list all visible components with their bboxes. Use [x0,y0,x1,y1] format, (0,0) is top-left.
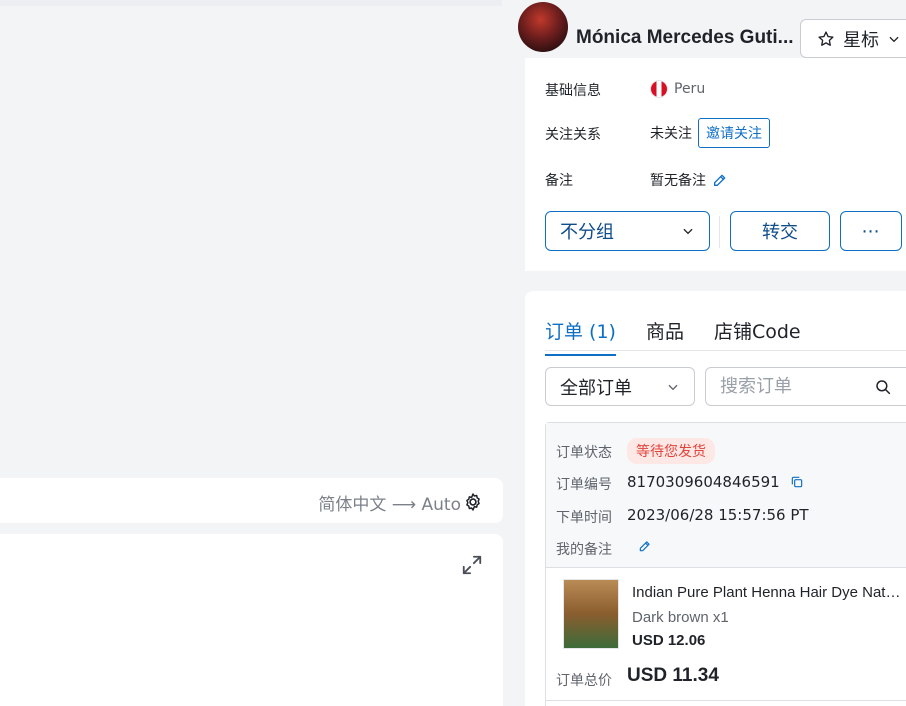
star-button[interactable]: 星标 [800,19,906,58]
star-icon [818,30,834,46]
chat-panel [0,534,503,706]
basic-info-label: 基础信息 [545,83,601,99]
chevron-down-icon [889,36,899,42]
product-variant: Dark brown x1 [632,609,729,626]
invite-follow-button[interactable]: 邀请关注 [698,118,770,148]
country-name: Peru [674,81,706,97]
product-title[interactable]: Indian Pure Plant Henna Hair Dye Natural [632,584,906,601]
order-total-label: 订单总价 [556,673,612,689]
my-note-row [638,539,652,553]
order-number-label: 订单编号 [556,477,612,493]
edit-icon[interactable] [712,172,728,188]
translation-language-label[interactable]: 简体中文 ⟶ Auto [318,490,461,515]
peru-flag-icon [650,80,668,98]
top-strip [0,0,502,6]
transfer-button[interactable]: 转交 [730,211,830,251]
more-button[interactable]: ⋯ [840,211,902,251]
customer-info-card: 基础信息 Peru 关注关系 未关注 邀请关注 备注 暂无备注 不分组 转交 ⋯ [525,58,906,271]
order-item: 订单状态 等待您发货 订单编号 8170309604846591 下单时间 20… [545,422,906,706]
my-note-label: 我的备注 [556,542,612,558]
product-price: USD 12.06 [632,632,706,649]
orders-card: 订单 (1) 商品 店铺Code 全部订单 订单状态 等待您发货 订单编号 81… [525,291,906,706]
expand-icon[interactable] [461,554,483,576]
translation-bar: 简体中文 ⟶ Auto [0,478,503,523]
order-time: 2023/06/28 15:57:56 PT [627,506,809,524]
copy-icon[interactable] [790,475,804,489]
order-number-row: 8170309604846591 [627,473,804,491]
gear-icon[interactable] [463,492,483,512]
order-number: 8170309604846591 [627,473,780,491]
order-time-label: 下单时间 [556,510,612,526]
group-select-value: 不分组 [560,222,614,243]
chevron-down-icon [683,228,693,235]
star-label: 星标 [843,29,879,51]
edit-icon[interactable] [638,539,652,553]
group-select[interactable]: 不分组 [545,211,710,251]
order-divider [546,700,906,701]
order-total-value: USD 11.34 [627,665,719,686]
follow-status: 未关注 [650,126,692,142]
avatar[interactable] [518,2,568,52]
search-icon[interactable] [874,378,892,396]
remark-label: 备注 [545,173,573,189]
product-image[interactable] [563,579,619,649]
order-filter-value: 全部订单 [560,377,632,399]
order-search-input[interactable] [720,376,880,397]
follow-value-row: 未关注 邀请关注 [650,118,770,148]
order-search-box[interactable] [705,367,906,406]
order-filter-select[interactable]: 全部订单 [545,367,695,406]
customer-name: Mónica Mercedes Guti... [576,27,794,48]
divider [719,216,720,248]
remark-value: 暂无备注 [650,173,706,189]
order-status-label: 订单状态 [556,445,612,461]
follow-label: 关注关系 [545,127,601,143]
order-header: 订单状态 等待您发货 订单编号 8170309604846591 下单时间 20… [546,423,906,568]
country-value: Peru [650,80,705,98]
chevron-down-icon [668,384,678,390]
status-badge: 等待您发货 [627,438,715,464]
order-status-row: 等待您发货 [627,438,715,464]
tabs-divider [545,350,906,351]
remark-value-row: 暂无备注 [650,170,728,190]
